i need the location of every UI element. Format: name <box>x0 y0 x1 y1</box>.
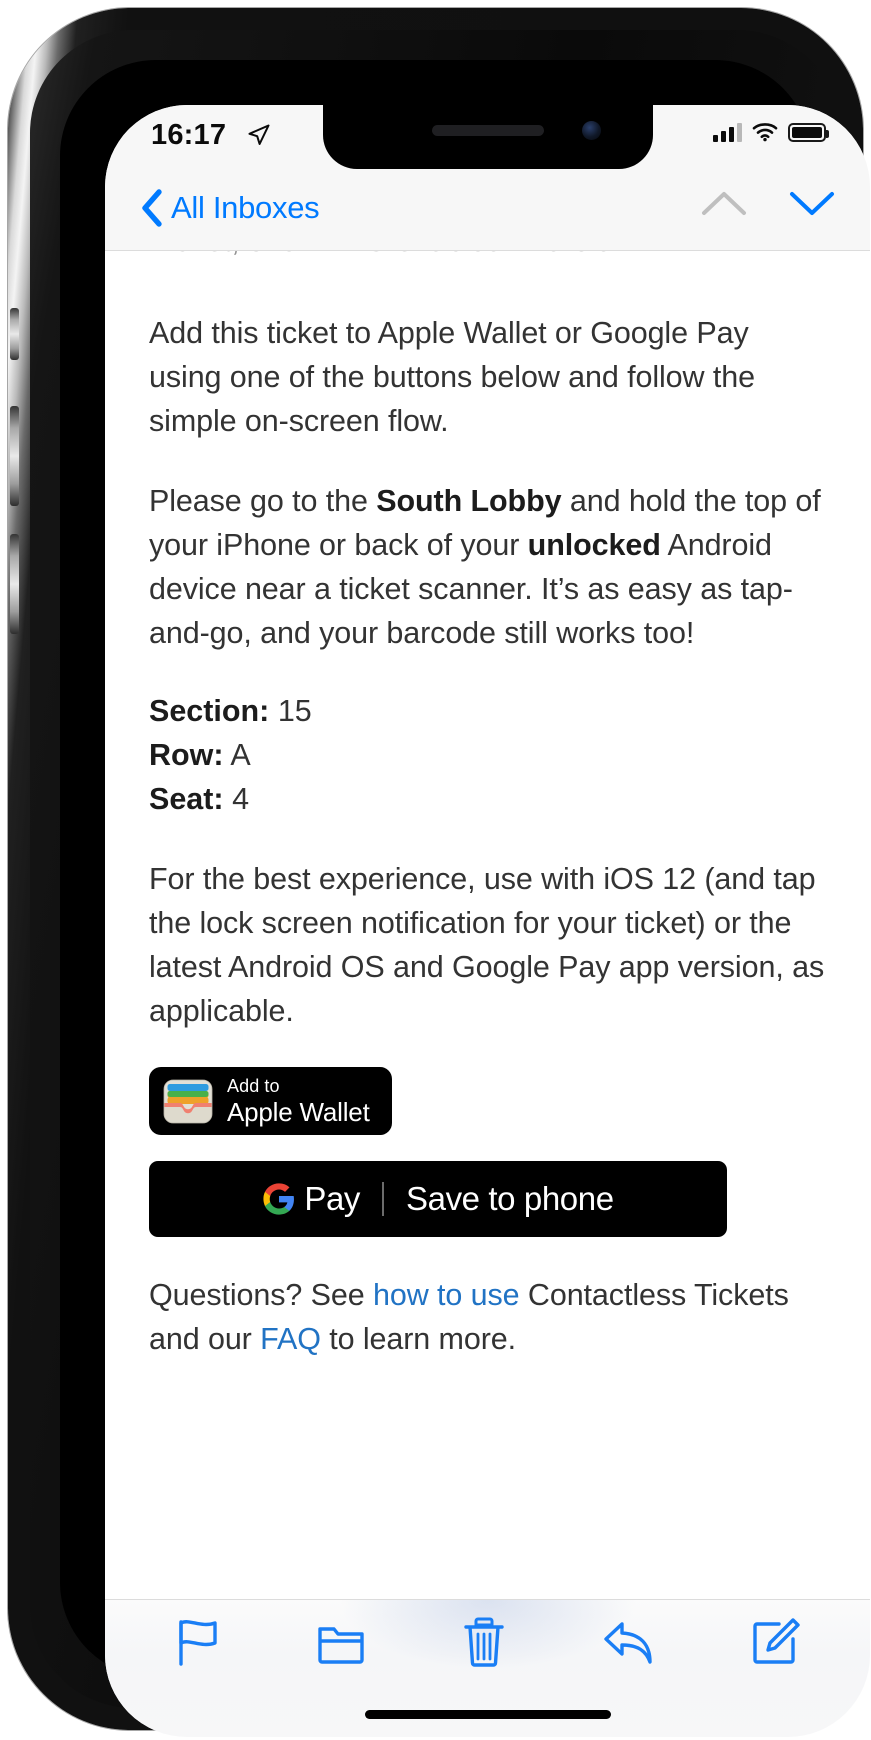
detail-value-section: 15 <box>277 694 312 728</box>
instructions-part-1: Please go to the <box>149 484 377 518</box>
instructions-bold-location: South Lobby <box>376 484 562 518</box>
email-body[interactable]: Wallet, or an NFC-enabled Android. Add t… <box>105 251 870 1599</box>
delete-button[interactable] <box>445 1610 523 1679</box>
chevron-down-icon[interactable] <box>788 187 836 219</box>
footer-text-after: to learn more. <box>320 1322 516 1356</box>
flag-icon <box>178 1620 217 1666</box>
detail-label-seat: Seat: <box>149 782 224 816</box>
back-to-all-inboxes-button[interactable]: All Inboxes <box>141 189 320 227</box>
chevron-left-icon <box>142 189 162 227</box>
detail-value-row: A <box>230 738 251 772</box>
wifi-icon <box>752 123 778 142</box>
flag-button[interactable] <box>159 1611 237 1678</box>
google-g-icon <box>263 1183 295 1215</box>
phone-bezel: 16:17 All Inboxes Add this ticket to App… <box>60 60 870 1737</box>
screenshot-stage: 16:17 All Inboxes Add this ticket to App… <box>0 0 871 1740</box>
how-to-use-link[interactable]: how to use <box>373 1278 520 1312</box>
phone-screen: 16:17 All Inboxes Add this ticket to App… <box>105 105 870 1737</box>
compose-icon <box>752 1618 800 1664</box>
detail-label-row: Row: <box>149 738 224 772</box>
gpay-divider <box>382 1182 385 1216</box>
folder-icon <box>317 1627 364 1664</box>
ticket-detail-row: Seat: 4 <box>149 777 826 821</box>
gpay-action-label: Save to phone <box>406 1180 614 1217</box>
paragraph-footer-links: Questions? See how to use Contactless Ti… <box>149 1273 826 1361</box>
phone-midframe: 16:17 All Inboxes Add this ticket to App… <box>30 30 870 1737</box>
apple-wallet-line-1: Add to <box>227 1076 280 1096</box>
front-camera-icon <box>581 121 601 140</box>
footer-text-before: Questions? See <box>149 1278 374 1312</box>
navigation-bar: All Inboxes <box>105 171 870 251</box>
message-nav-arrows <box>700 187 836 219</box>
trash-icon <box>463 1617 504 1667</box>
volume-up-button[interactable] <box>10 406 19 506</box>
apple-wallet-icon <box>163 1079 213 1123</box>
location-arrow-icon <box>247 123 271 147</box>
display-notch <box>322 105 653 169</box>
apple-wallet-button-text: Add to Apple Wallet <box>227 1077 370 1125</box>
chevron-up-icon[interactable] <box>700 187 748 219</box>
paragraph-intro: Add this ticket to Apple Wallet or Googl… <box>149 316 755 438</box>
save-to-google-pay-button[interactable]: Pay Save to phone <box>149 1161 727 1237</box>
reply-icon <box>603 1622 652 1664</box>
battery-full-icon <box>788 122 829 142</box>
status-time: 16:17 <box>151 119 227 151</box>
back-button-label: All Inboxes <box>171 190 320 225</box>
gpay-brand-label: Pay <box>304 1180 361 1217</box>
reply-button[interactable] <box>586 1612 672 1677</box>
add-to-apple-wallet-button[interactable]: Add to Apple Wallet <box>149 1067 392 1135</box>
move-to-folder-button[interactable] <box>300 1611 382 1678</box>
detail-label-section: Section: <box>149 694 270 728</box>
detail-value-seat: 4 <box>232 782 250 816</box>
apple-wallet-line-2: Apple Wallet <box>227 1097 370 1127</box>
ticket-detail-row: Section: 15 <box>149 689 826 733</box>
phone-frame: 16:17 All Inboxes Add this ticket to App… <box>8 8 870 1737</box>
clipped-previous-line-text: Wallet, or an NFC-enabled Android. <box>149 251 621 259</box>
mute-switch[interactable] <box>10 308 19 360</box>
volume-down-button[interactable] <box>10 534 19 634</box>
ticket-detail-row: Row: A <box>149 733 826 777</box>
earpiece-speaker <box>431 125 544 136</box>
mail-toolbar <box>105 1599 870 1737</box>
compose-button[interactable] <box>735 1611 817 1678</box>
cellular-bars-icon <box>713 122 742 142</box>
faq-link[interactable]: FAQ <box>260 1322 321 1356</box>
clipped-previous-line: Wallet, or an NFC-enabled Android. <box>149 251 826 275</box>
instructions-bold-unlocked: unlocked <box>527 528 661 562</box>
home-indicator[interactable] <box>364 1710 611 1719</box>
paragraph-experience: For the best experience, use with iOS 12… <box>149 862 825 1028</box>
status-indicators <box>713 122 829 142</box>
paragraph-instructions: Please go to the South Lobby and hold th… <box>149 479 826 655</box>
ticket-details-list: Section: 15 Row: A Seat: 4 <box>149 689 826 821</box>
